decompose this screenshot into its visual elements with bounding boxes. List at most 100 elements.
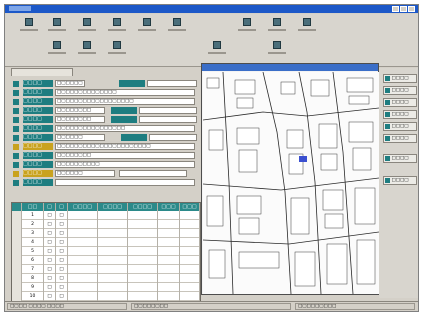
toolbar-button-2[interactable] — [45, 18, 69, 40]
table-cell[interactable]: □ — [44, 229, 56, 238]
table-cell[interactable]: □ — [44, 238, 56, 247]
table-cell[interactable] — [98, 292, 128, 301]
minimize-button[interactable] — [392, 6, 399, 12]
table-cell[interactable] — [180, 283, 200, 292]
table-cell[interactable]: □ — [56, 265, 68, 274]
table-cell[interactable]: □ — [44, 292, 56, 301]
toolbar-button-9[interactable] — [295, 18, 319, 40]
table-cell[interactable] — [98, 265, 128, 274]
table-row[interactable]: 9 □ □ — [12, 283, 200, 292]
table-cell[interactable] — [180, 292, 200, 301]
table-cell[interactable] — [98, 274, 128, 283]
table-cell[interactable] — [98, 211, 128, 220]
table-cell[interactable]: □ — [56, 274, 68, 283]
table-row[interactable]: 8 □ □ — [12, 274, 200, 283]
table-cell[interactable] — [158, 238, 180, 247]
toolbar-button-7[interactable] — [235, 18, 259, 40]
field-input[interactable] — [55, 179, 195, 186]
field-input[interactable]: □□□□□□□□□□□□□□□□□□□□□□ — [55, 143, 195, 150]
toolbar-button-1[interactable] — [17, 18, 41, 40]
map-tool-button[interactable]: □□□□ — [383, 86, 417, 95]
table-cell[interactable] — [158, 229, 180, 238]
toolbar-button-11[interactable] — [75, 41, 99, 63]
toolbar-button-8[interactable] — [265, 18, 289, 40]
table-cell[interactable]: □ — [44, 274, 56, 283]
map-tool-button[interactable]: □□□□ — [383, 176, 417, 185]
toolbar-button-4[interactable] — [105, 18, 129, 40]
table-cell[interactable]: □ — [56, 220, 68, 229]
table-cell[interactable] — [98, 220, 128, 229]
field-input[interactable]: □□□□□□ — [55, 134, 105, 141]
table-cell[interactable] — [98, 229, 128, 238]
map-tool-button[interactable]: □□□□ — [383, 154, 417, 163]
field-input[interactable]: □□□□□□□□□□□□□□□□□□ — [55, 98, 195, 105]
map-tool-button[interactable]: □□□□ — [383, 98, 417, 107]
map-tool-button[interactable]: □□□□ — [383, 74, 417, 83]
table-cell[interactable] — [128, 211, 158, 220]
table-cell[interactable]: □ — [44, 265, 56, 274]
toolbar-button-12[interactable] — [105, 41, 129, 63]
table-cell[interactable] — [128, 256, 158, 265]
table-cell[interactable] — [180, 238, 200, 247]
toolbar-button-14[interactable] — [265, 41, 289, 63]
table-cell[interactable]: □ — [56, 283, 68, 292]
field-input[interactable]: □□□□□□□□ — [55, 107, 105, 114]
table-cell[interactable] — [68, 211, 98, 220]
table-row[interactable]: 5 □ □ — [12, 247, 200, 256]
field-input[interactable]: □□□□□□ — [55, 170, 115, 177]
table-cell[interactable]: 7 — [22, 265, 44, 274]
table-cell[interactable] — [158, 247, 180, 256]
table-row[interactable]: 2 □ □ — [12, 220, 200, 229]
table-cell[interactable] — [68, 238, 98, 247]
table-cell[interactable]: 4 — [22, 238, 44, 247]
field-input[interactable]: □□□□□□□□□□ — [55, 161, 195, 168]
map-tool-button[interactable]: □□□□ — [383, 122, 417, 131]
table-cell[interactable] — [128, 220, 158, 229]
table-cell[interactable] — [180, 265, 200, 274]
field-input-secondary[interactable] — [139, 116, 197, 123]
table-cell[interactable] — [128, 274, 158, 283]
table-cell[interactable]: □ — [56, 238, 68, 247]
table-cell[interactable] — [128, 238, 158, 247]
table-cell[interactable] — [98, 247, 128, 256]
toolbar-button-13[interactable] — [205, 41, 229, 63]
table-cell[interactable]: 2 — [22, 220, 44, 229]
field-input[interactable]: □□□□□□□□□□□□□□□□ — [55, 125, 195, 132]
table-cell[interactable]: 9 — [22, 283, 44, 292]
table-cell[interactable] — [128, 229, 158, 238]
table-cell[interactable] — [68, 283, 98, 292]
table-cell[interactable] — [98, 283, 128, 292]
table-cell[interactable] — [98, 238, 128, 247]
close-button[interactable] — [408, 6, 415, 12]
table-cell[interactable] — [68, 229, 98, 238]
table-cell[interactable]: □ — [44, 211, 56, 220]
table-row[interactable]: 6 □ □ — [12, 256, 200, 265]
table-cell[interactable]: □ — [44, 283, 56, 292]
table-cell[interactable] — [158, 211, 180, 220]
map-window[interactable] — [201, 63, 379, 295]
table-cell[interactable] — [158, 265, 180, 274]
toolbar-button-6[interactable] — [165, 18, 189, 40]
table-cell[interactable] — [180, 274, 200, 283]
table-cell[interactable] — [158, 274, 180, 283]
field-input[interactable]: □□□□□□□□ — [55, 116, 105, 123]
table-cell[interactable]: 8 — [22, 274, 44, 283]
table-cell[interactable]: 1 — [22, 211, 44, 220]
table-cell[interactable]: □ — [56, 292, 68, 301]
table-cell[interactable] — [68, 265, 98, 274]
table-cell[interactable]: □ — [44, 256, 56, 265]
table-cell[interactable]: □ — [44, 220, 56, 229]
maximize-button[interactable] — [400, 6, 407, 12]
table-row[interactable]: 1 □ □ — [12, 211, 200, 220]
toolbar-button-3[interactable] — [75, 18, 99, 40]
table-cell[interactable] — [180, 229, 200, 238]
table-row[interactable]: 3 □ □ — [12, 229, 200, 238]
table-cell[interactable] — [68, 220, 98, 229]
table-cell[interactable] — [68, 247, 98, 256]
table-cell[interactable] — [98, 256, 128, 265]
table-cell[interactable] — [158, 292, 180, 301]
field-input-secondary[interactable] — [147, 80, 197, 87]
table-cell[interactable] — [68, 274, 98, 283]
table-cell[interactable]: 3 — [22, 229, 44, 238]
table-cell[interactable] — [68, 256, 98, 265]
